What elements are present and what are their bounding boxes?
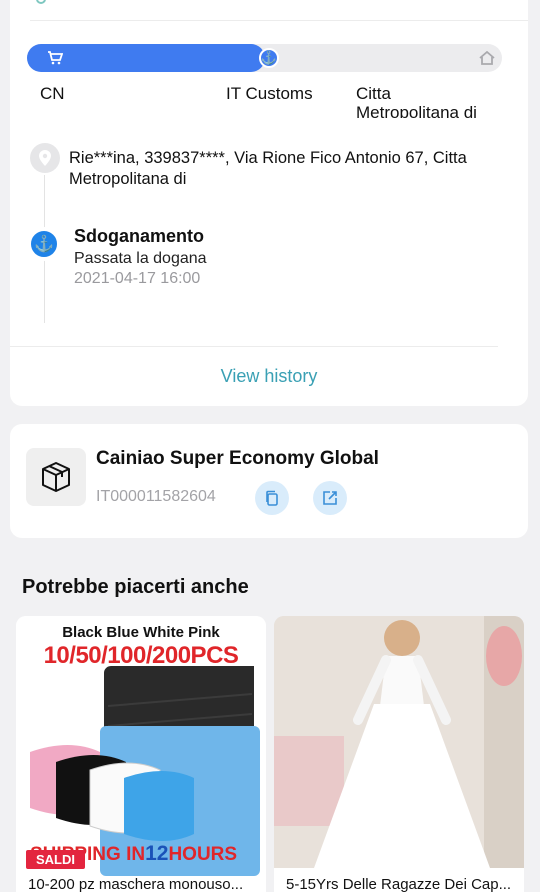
product-image-dress	[274, 616, 524, 868]
cart-icon	[45, 48, 65, 68]
customs-anchor-icon: ⚓	[27, 227, 61, 261]
stage-customs: IT Customs	[226, 84, 313, 103]
stage-destination: Citta Metropolitana di	[356, 84, 477, 118]
external-link-icon[interactable]	[313, 481, 347, 515]
event-description: Passata la dogana	[74, 250, 207, 267]
dress-illustration	[274, 616, 524, 868]
divider	[10, 346, 498, 347]
anchor-icon: ⚓	[259, 48, 279, 68]
image-text-colors: Black Blue White Pink	[62, 624, 220, 641]
event-title: Sdoganamento	[74, 226, 205, 246]
location-pin-icon	[30, 143, 60, 173]
divider	[30, 20, 528, 21]
sale-badge: SALDI	[26, 850, 85, 869]
copy-icon[interactable]	[255, 481, 289, 515]
view-history-button[interactable]: View history	[10, 366, 528, 387]
stage-origin: CN	[40, 84, 65, 103]
carrier-name: Cainiao Super Economy Global	[96, 448, 379, 469]
package-icon	[26, 448, 86, 506]
product-card[interactable]: Black Blue White Pink 10/50/100/200PCS S…	[16, 616, 266, 892]
shipping-progress-bar: ⚓	[27, 44, 502, 72]
carrier-card: Cainiao Super Economy Global IT000011582…	[10, 424, 528, 538]
tracking-number: IT000011582604	[96, 488, 216, 505]
home-icon	[477, 48, 497, 68]
product-image-masks: Black Blue White Pink 10/50/100/200PCS S…	[16, 616, 266, 876]
recommendations-title: Potrebbe piacerti anche	[22, 576, 249, 598]
collapsed-icon	[36, 0, 46, 4]
delivery-address: Rie***ina, 339837****, Via Rione Fico An…	[69, 149, 467, 188]
product-name[interactable]: 5-15Yrs Delle Ragazze Dei Cap...	[286, 876, 518, 892]
product-card[interactable]: 5-15Yrs Delle Ragazze Dei Cap...	[274, 616, 524, 892]
tracking-card: ⚓ CN IT Customs Citta Metropolitana di R…	[10, 0, 528, 406]
product-name[interactable]: 10-200 pz maschera monouso...	[28, 876, 260, 892]
event-time: 2021-04-17 16:00	[74, 270, 201, 287]
